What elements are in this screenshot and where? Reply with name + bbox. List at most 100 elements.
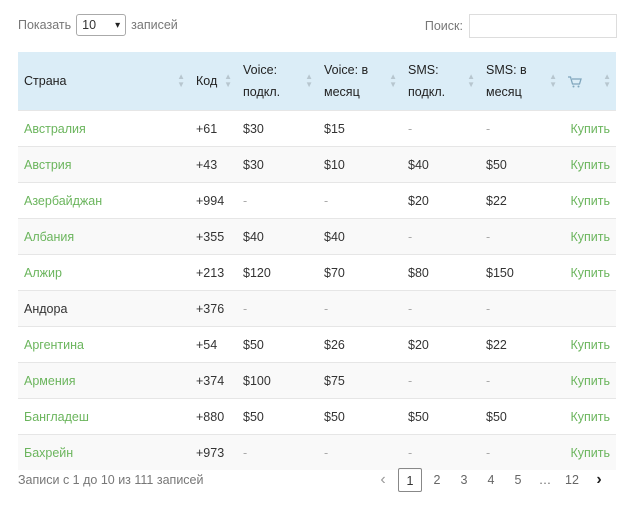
sms-monthly-cell: -	[480, 362, 562, 399]
page-button-4[interactable]: 4	[479, 468, 503, 492]
voice-monthly-cell: $50	[318, 398, 402, 435]
voice-monthly-cell: $15	[318, 110, 402, 147]
code-cell: +355	[190, 218, 237, 255]
buy-link[interactable]: Купить	[562, 326, 616, 363]
voice-connect-cell: $50	[237, 326, 318, 363]
page-button-5[interactable]: 5	[506, 468, 530, 492]
voice-connect-cell: -	[237, 434, 318, 470]
table-footer: Записи с 1 до 10 из 111 записей ‹ 1 2 3 4 5… 1…	[18, 468, 617, 494]
sort-icon: ▲ ▼	[224, 72, 232, 89]
buy-link[interactable]: Купить	[562, 110, 616, 147]
page-length-select[interactable]: 10 ▾	[76, 14, 127, 36]
voice-monthly-cell: $70	[318, 254, 402, 291]
buy-link[interactable]: Купить	[562, 182, 616, 219]
page-length-value: 10	[82, 18, 97, 32]
buy-link[interactable]: Купить	[562, 254, 616, 291]
country-cell[interactable]: Азербайджан	[18, 182, 190, 219]
code-cell: +880	[190, 398, 237, 435]
country-cell[interactable]: Австрия	[18, 146, 190, 183]
buy-link[interactable]: Купить	[562, 362, 616, 399]
voice-connect-cell: -	[237, 182, 318, 219]
table-row: Азербайджан +994- - $20 $22 Купить	[18, 182, 616, 219]
country-cell[interactable]: Албания	[18, 218, 190, 255]
voice-connect-cell: $120	[237, 254, 318, 291]
buy-link[interactable]: Купить	[562, 398, 616, 435]
country-cell[interactable]: Бахрейн	[18, 434, 190, 470]
buy-link[interactable]: Купить	[562, 434, 616, 470]
table-controls: Показать 10 ▾ записей Поиск:	[18, 14, 617, 40]
table-row: Бахрейн +973- - - - Купить	[18, 434, 616, 470]
country-cell[interactable]: Армения	[18, 362, 190, 399]
length-prefix: Показать	[18, 18, 72, 32]
table-info: Записи с 1 до 10 из 111 записей	[18, 473, 204, 487]
table-row: Австралия +61 $30 $15- - Купить	[18, 110, 616, 147]
country-cell[interactable]: Австралия	[18, 110, 190, 147]
sms-monthly-cell: -	[480, 290, 562, 327]
code-cell: +973	[190, 434, 237, 470]
buy-link[interactable]: Купить	[562, 146, 616, 183]
rates-table: Страна ▲ ▼ Код ▲ ▼ Voice: подкл. ▲ ▼ Voice: в …	[18, 52, 616, 470]
column-header-voice-monthly[interactable]: Voice: в месяц ▲ ▼	[318, 52, 402, 111]
sms-connect-cell: $40	[402, 146, 480, 183]
buy-link[interactable]: Купить	[562, 218, 616, 255]
code-cell: +374	[190, 362, 237, 399]
column-header-buy[interactable]: ▲ ▼	[562, 52, 616, 111]
sms-monthly-cell: $22	[480, 326, 562, 363]
voice-monthly-cell: -	[318, 182, 402, 219]
voice-monthly-cell: $40	[318, 218, 402, 255]
next-page-button[interactable]: ›	[587, 468, 611, 492]
table-row: Бангладеш +880 $50 $50 $50 $50 Купить	[18, 398, 616, 435]
sort-icon: ▲ ▼	[177, 72, 185, 89]
voice-connect-cell: $30	[237, 110, 318, 147]
country-cell[interactable]: Бангладеш	[18, 398, 190, 435]
voice-connect-cell: $50	[237, 398, 318, 435]
sms-connect-cell: $50	[402, 398, 480, 435]
search-label: Поиск:	[424, 19, 463, 33]
sms-connect-cell: $20	[402, 326, 480, 363]
country-cell[interactable]: Алжир	[18, 254, 190, 291]
sms-monthly-cell: $50	[480, 398, 562, 435]
page-button-3[interactable]: 3	[452, 468, 476, 492]
table-row: Австрия +43 $30 $10 $40 $50 Купить	[18, 146, 616, 183]
code-cell: +61	[190, 110, 237, 147]
column-header-sms-monthly[interactable]: SMS: в месяц ▲ ▼	[480, 52, 562, 111]
column-header-voice-connect[interactable]: Voice: подкл. ▲ ▼	[237, 52, 318, 111]
code-cell: +54	[190, 326, 237, 363]
sort-icon: ▲ ▼	[305, 72, 313, 89]
sms-connect-cell: -	[402, 218, 480, 255]
search-control: Поиск:	[425, 14, 617, 38]
sms-connect-cell: -	[402, 290, 480, 327]
table-row: Андора +376- - - -	[18, 290, 616, 327]
sms-connect-cell: -	[402, 110, 480, 147]
column-header-sms-connect[interactable]: SMS: подкл. ▲ ▼	[402, 52, 480, 111]
sms-monthly-cell: $22	[480, 182, 562, 219]
table-row: Албания +355 $40 $40- - Купить	[18, 218, 616, 255]
voice-monthly-cell: -	[318, 434, 402, 470]
sort-icon: ▲ ▼	[467, 72, 475, 89]
search-input[interactable]	[469, 14, 617, 38]
length-control: Показать 10 ▾ записей	[18, 14, 178, 36]
code-cell: +376	[190, 290, 237, 327]
page-button-12[interactable]: 12	[560, 468, 584, 492]
country-cell[interactable]: Аргентина	[18, 326, 190, 363]
pagination: ‹ 1 2 3 4 5… 12 ›	[368, 468, 611, 492]
sms-monthly-cell: $50	[480, 146, 562, 183]
voice-monthly-cell: -	[318, 290, 402, 327]
voice-connect-cell: $40	[237, 218, 318, 255]
code-cell: +43	[190, 146, 237, 183]
voice-connect-cell: $100	[237, 362, 318, 399]
voice-monthly-cell: $75	[318, 362, 402, 399]
table-header-row: Страна ▲ ▼ Код ▲ ▼ Voice: подкл. ▲ ▼ Voice: в …	[18, 52, 616, 111]
page-button-1[interactable]: 1	[398, 468, 422, 492]
column-header-country[interactable]: Страна ▲ ▼	[18, 52, 190, 111]
prev-page-button[interactable]: ‹	[371, 468, 395, 492]
column-header-code[interactable]: Код ▲ ▼	[190, 52, 237, 111]
sms-connect-cell: $20	[402, 182, 480, 219]
sms-monthly-cell: -	[480, 218, 562, 255]
chevron-down-icon: ▾	[115, 19, 121, 31]
page-button-2[interactable]: 2	[425, 468, 449, 492]
code-cell: +213	[190, 254, 237, 291]
voice-monthly-cell: $26	[318, 326, 402, 363]
cart-icon	[568, 76, 582, 88]
table-row: Алжир +213 $120 $70 $80 $150 Купить	[18, 254, 616, 291]
